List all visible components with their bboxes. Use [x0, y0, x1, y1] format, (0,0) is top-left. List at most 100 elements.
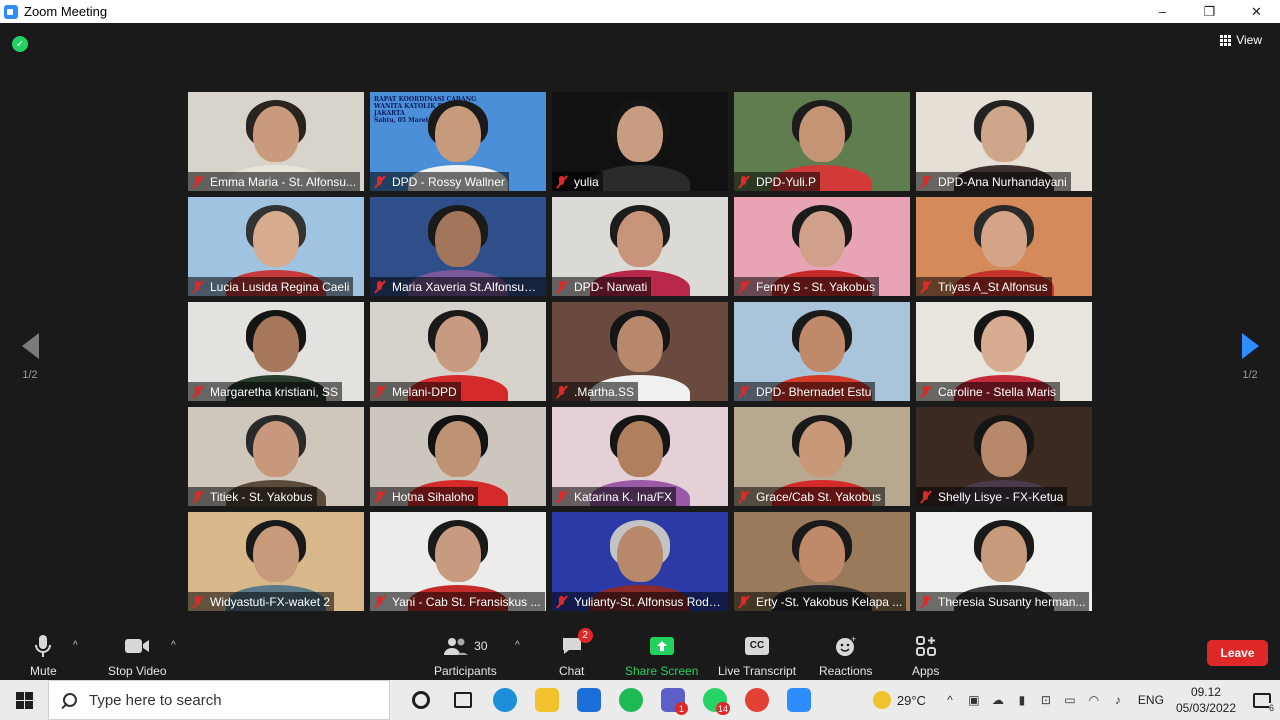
tray-settings-icon[interactable]: ⊡	[1034, 693, 1058, 707]
taskbar-app-task-view[interactable]	[442, 680, 484, 720]
spotify-icon	[619, 688, 643, 712]
reactions-button[interactable]: + Reactions	[819, 634, 872, 678]
muted-microphone-icon	[737, 595, 751, 609]
participant-tile[interactable]: DPD- Narwati	[552, 197, 728, 296]
participant-tile[interactable]: Yani - Cab St. Fransiskus ...	[370, 512, 546, 611]
closed-caption-icon: CC	[745, 634, 770, 658]
participant-face	[253, 316, 299, 372]
participant-face	[435, 211, 481, 267]
participant-tile[interactable]: Triyas A_St Alfonsus	[916, 197, 1092, 296]
participant-tile[interactable]: Widyastuti-FX-waket 2	[188, 512, 364, 611]
live-transcript-button[interactable]: CC Live Transcript	[718, 634, 796, 678]
previous-page-button[interactable]: 1/2	[15, 333, 45, 381]
participant-name-bar: DPD- Narwati	[552, 277, 652, 296]
clock[interactable]: 09.12 05/03/2022	[1176, 684, 1236, 716]
participant-tile[interactable]: Theresia Susanty herman...	[916, 512, 1092, 611]
file-explorer-icon	[535, 688, 559, 712]
cortana-icon	[412, 691, 430, 709]
search-placeholder: Type here to search	[89, 691, 222, 709]
view-button[interactable]: View	[1220, 33, 1262, 47]
participant-name: Maria Xaveria St.Alfonsus Ro...	[392, 279, 542, 294]
participants-count: 30	[474, 639, 488, 653]
tray-app-icon[interactable]: ▣	[962, 693, 986, 707]
taskbar-app-chrome[interactable]	[736, 680, 778, 720]
taskbar-app-cortana[interactable]	[400, 680, 442, 720]
start-button[interactable]	[0, 680, 48, 720]
participant-tile[interactable]: Hotna Sihaloho	[370, 407, 546, 506]
taskbar-app-file-explorer[interactable]	[526, 680, 568, 720]
participant-tile[interactable]: Katarina K. Ina/FX	[552, 407, 728, 506]
participant-name-bar: Yulianty-St. Alfonsus Rodrig...	[552, 592, 728, 611]
participant-tile[interactable]: .Martha.SS	[552, 302, 728, 401]
next-page-button[interactable]: 1/2	[1235, 333, 1265, 381]
participant-face	[617, 211, 663, 267]
participant-name: DPD - Rossy Wallner	[392, 174, 505, 189]
taskbar-search-box[interactable]: Type here to search	[48, 680, 390, 720]
participant-face	[799, 421, 845, 477]
participant-tile[interactable]: Erty -St. Yakobus Kelapa ...	[734, 512, 910, 611]
taskbar-app-edge[interactable]	[484, 680, 526, 720]
show-hidden-icons-chevron-icon[interactable]: ^	[938, 693, 962, 707]
right-arrow-icon	[1241, 333, 1259, 359]
window-title: Zoom Meeting	[24, 4, 108, 19]
minimize-button[interactable]: –	[1139, 0, 1186, 23]
page-indicator-right: 1/2	[1242, 369, 1258, 381]
participant-tile[interactable]: Yulianty-St. Alfonsus Rodrig...	[552, 512, 728, 611]
participant-name: Katarina K. Ina/FX	[574, 489, 673, 504]
battery-icon[interactable]: ▭	[1058, 693, 1082, 707]
participant-tile[interactable]: Caroline - Stella Maris	[916, 302, 1092, 401]
participant-name: Yulianty-St. Alfonsus Rodrig...	[574, 594, 724, 609]
participant-face	[799, 316, 845, 372]
notification-center-button[interactable]: 6	[1244, 680, 1280, 720]
leave-meeting-button[interactable]: Leave	[1207, 640, 1268, 666]
weather-temperature: 29°C	[896, 692, 926, 708]
video-options-chevron-icon[interactable]: ^	[171, 640, 176, 651]
participant-tile[interactable]: Emma Maria - St. Alfonsu...	[188, 92, 364, 191]
participant-name: Triyas A_St Alfonsus	[938, 279, 1048, 294]
participant-name: Erty -St. Yakobus Kelapa ...	[756, 594, 903, 609]
restore-button[interactable]: ❐	[1186, 0, 1233, 23]
participant-tile[interactable]: Titiek - St. Yakobus	[188, 407, 364, 506]
participants-options-chevron-icon[interactable]: ^	[515, 640, 520, 651]
participant-tile[interactable]: Margaretha kristiani, SS	[188, 302, 364, 401]
participant-name: Shelly Lisye - FX-Ketua	[938, 489, 1064, 504]
participant-tile[interactable]: Melani-DPD	[370, 302, 546, 401]
pinned-apps: 1 14	[400, 680, 820, 720]
meeting-area: ✓ View 1/2 1/2 Emma Maria - St. Alfonsu.…	[0, 23, 1280, 680]
participant-tile[interactable]: DPD- Bhernadet Estu	[734, 302, 910, 401]
meeting-toolbar: Mute ^ Stop Video ^ 30 Participants ^ 2 …	[0, 626, 1280, 680]
volume-icon[interactable]: ♪	[1106, 693, 1130, 707]
taskbar-app-mail[interactable]	[568, 680, 610, 720]
input-language[interactable]: ENG	[1138, 693, 1164, 707]
participant-tile[interactable]: DPD-Yuli.P	[734, 92, 910, 191]
audio-options-chevron-icon[interactable]: ^	[73, 640, 78, 651]
close-button[interactable]: ✕	[1233, 0, 1280, 23]
microphone-tray-icon[interactable]: ▮	[1010, 693, 1034, 707]
taskbar-app-zoom[interactable]	[778, 680, 820, 720]
participant-tile[interactable]: Fenny S - St. Yakobus	[734, 197, 910, 296]
participant-tile[interactable]: Shelly Lisye - FX-Ketua	[916, 407, 1092, 506]
participant-tile[interactable]: Lucia Lusida Regina Caeli	[188, 197, 364, 296]
apps-button[interactable]: Apps	[912, 634, 939, 678]
participant-name-bar: Caroline - Stella Maris	[916, 382, 1061, 401]
weather-widget[interactable]: 29°C	[872, 691, 926, 709]
participant-face	[253, 421, 299, 477]
share-screen-button[interactable]: Share Screen	[625, 634, 698, 678]
mute-button[interactable]: Mute	[30, 634, 57, 678]
security-shield-icon[interactable]: ✓	[12, 36, 28, 52]
stop-video-button[interactable]: Stop Video	[108, 634, 167, 678]
cloud-icon[interactable]: ☁	[986, 693, 1010, 707]
participants-button[interactable]: 30 Participants	[434, 634, 497, 678]
wifi-icon[interactable]: ◠	[1082, 693, 1106, 707]
participant-tile[interactable]: yulia	[552, 92, 728, 191]
participant-tile[interactable]: Maria Xaveria St.Alfonsus Ro...	[370, 197, 546, 296]
participant-tile[interactable]: Grace/Cab St. Yakobus	[734, 407, 910, 506]
video-camera-icon	[124, 634, 150, 658]
taskbar-app-teams[interactable]: 1	[652, 680, 694, 720]
chat-button[interactable]: 2 Chat	[559, 628, 593, 678]
taskbar-app-whatsapp[interactable]: 14	[694, 680, 736, 720]
taskbar-app-spotify[interactable]	[610, 680, 652, 720]
participant-face	[799, 106, 845, 162]
participant-tile[interactable]: RAPAT KOORDINASI CABANG WANITA KATOLIK R…	[370, 92, 546, 191]
participant-tile[interactable]: DPD-Ana Nurhandayani	[916, 92, 1092, 191]
